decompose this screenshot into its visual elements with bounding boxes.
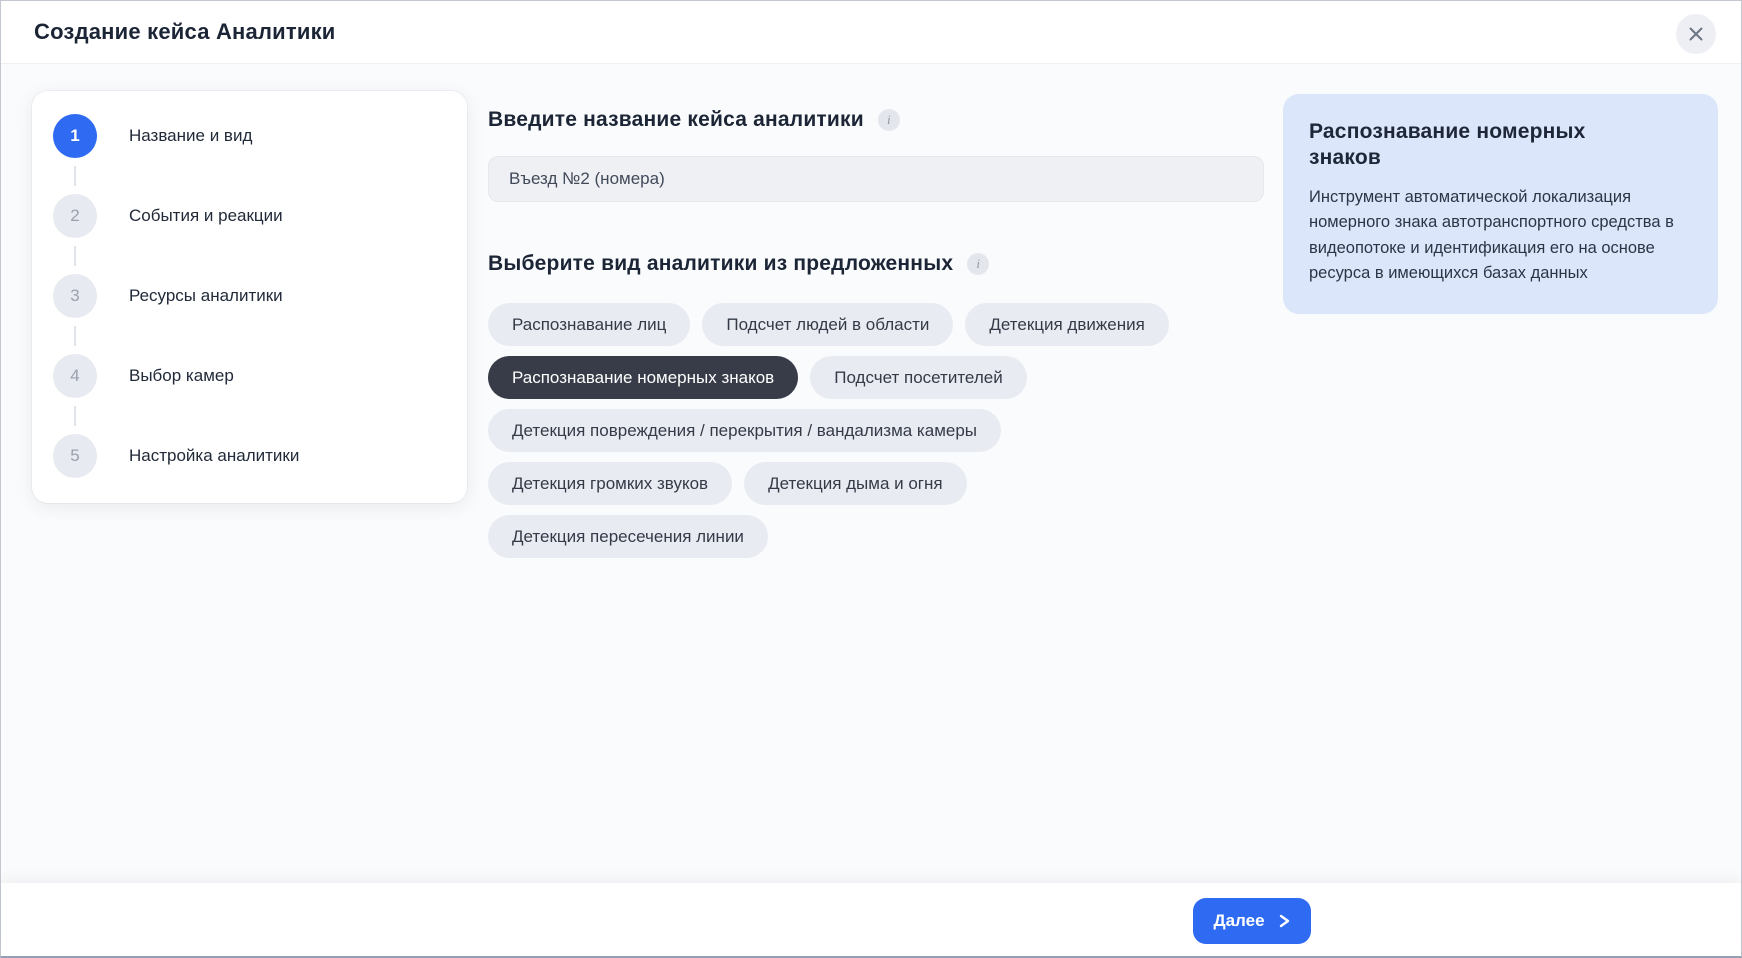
step-number-badge: 2 [53, 194, 97, 238]
next-button-label: Далее [1213, 911, 1264, 931]
chevron-right-icon [1277, 914, 1291, 928]
modal-content: 1 Название и вид 2 События и реакции 3 Ресурс… [1, 64, 1741, 883]
analytics-type-chip[interactable]: Детекция громких звуков [488, 462, 732, 505]
step-number-badge: 5 [53, 434, 97, 478]
case-name-section-header: Введите название кейса аналитики i [488, 105, 1264, 135]
analytics-type-chip[interactable]: Детекция дыма и огня [744, 462, 967, 505]
case-name-input[interactable] [488, 156, 1264, 202]
close-icon [1688, 26, 1704, 42]
chip-row: Детекция повреждения / перекрытия / ванд… [488, 409, 1264, 452]
step-number-badge: 4 [53, 354, 97, 398]
step-label: События и реакции [129, 206, 283, 226]
step-number-badge: 1 [53, 114, 97, 158]
case-name-section-title: Введите название кейса аналитики [488, 108, 864, 132]
chip-row: Распознавание лиц Подсчет людей в области… [488, 303, 1264, 346]
analytics-type-chip[interactable]: Распознавание лиц [488, 303, 690, 346]
main-column: Введите название кейса аналитики i Выбер… [488, 64, 1264, 558]
analytics-info-panel: Распознавание номерных знаков Инструмент… [1283, 94, 1718, 314]
stepper-step-5[interactable]: 5 Настройка аналитики [53, 434, 467, 478]
step-label: Настройка аналитики [129, 446, 299, 466]
step-connector [74, 246, 76, 266]
info-panel-title: Распознавание номерных знаков [1309, 119, 1639, 172]
modal-title: Создание кейса Аналитики [34, 19, 336, 45]
step-connector [74, 406, 76, 426]
create-analytics-case-modal: Создание кейса Аналитики 1 Название и вид… [0, 0, 1742, 958]
analytics-type-section-title: Выберите вид аналитики из предложенных [488, 252, 953, 276]
analytics-type-chip[interactable]: Распознавание номерных знаков [488, 356, 798, 399]
analytics-type-section-header: Выберите вид аналитики из предложенных i [488, 249, 1264, 279]
analytics-type-chips: Распознавание лиц Подсчет людей в области… [488, 303, 1264, 558]
step-connector [74, 326, 76, 346]
stepper-step-2[interactable]: 2 События и реакции [53, 194, 467, 238]
step-connector [74, 166, 76, 186]
analytics-type-chip[interactable]: Детекция пересечения линии [488, 515, 768, 558]
modal-header: Создание кейса Аналитики [1, 1, 1741, 64]
stepper-step-3[interactable]: 3 Ресурсы аналитики [53, 274, 467, 318]
stepper: 1 Название и вид 2 События и реакции 3 Ресурс… [32, 91, 467, 503]
step-number-badge: 3 [53, 274, 97, 318]
info-panel-description: Инструмент автоматической локализация но… [1309, 185, 1692, 287]
stepper-step-4[interactable]: 4 Выбор камер [53, 354, 467, 398]
step-label: Выбор камер [129, 366, 234, 386]
info-icon[interactable]: i [878, 109, 900, 131]
stepper-step-1[interactable]: 1 Название и вид [53, 114, 467, 158]
chip-row: Детекция пересечения линии [488, 515, 1264, 558]
chip-row: Детекция громких звуков Детекция дыма и о… [488, 462, 1264, 505]
step-label: Название и вид [129, 126, 252, 146]
step-label: Ресурсы аналитики [129, 286, 283, 306]
info-icon[interactable]: i [967, 253, 989, 275]
analytics-type-chip[interactable]: Подсчет посетителей [810, 356, 1026, 399]
analytics-type-chip[interactable]: Детекция повреждения / перекрытия / ванд… [488, 409, 1001, 452]
analytics-type-chip[interactable]: Детекция движения [965, 303, 1168, 346]
close-button[interactable] [1676, 14, 1716, 54]
modal-footer: Далее [1, 883, 1741, 956]
analytics-type-chip[interactable]: Подсчет людей в области [702, 303, 953, 346]
next-button[interactable]: Далее [1193, 898, 1311, 944]
chip-row: Распознавание номерных знаков Подсчет пос… [488, 356, 1264, 399]
